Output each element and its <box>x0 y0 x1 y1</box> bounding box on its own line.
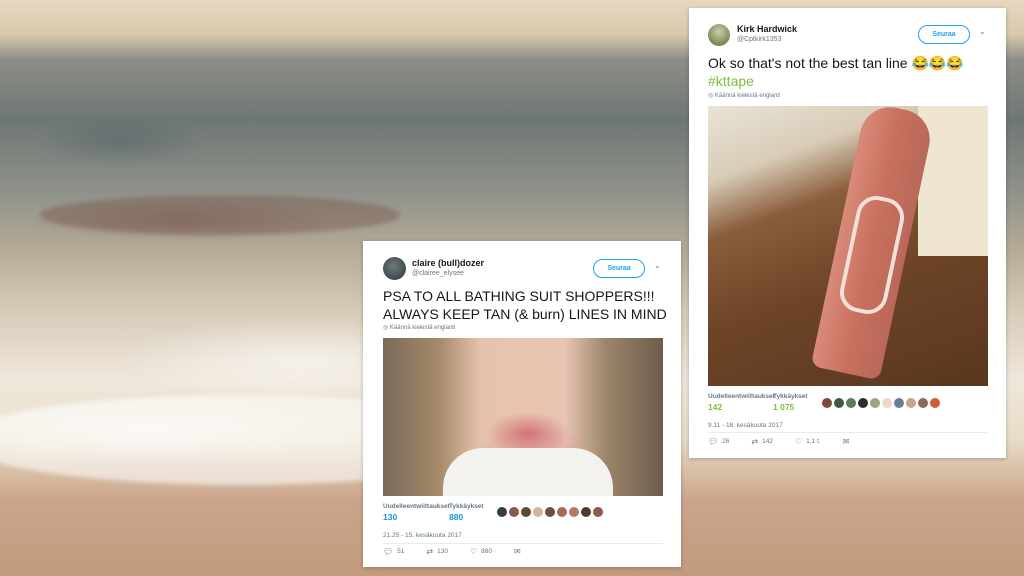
action-bar: 💬︎ 51 ⇄ 130 ♡ 880 ✉ <box>383 547 543 556</box>
tweet-card-claire: claire (bull)dozer @clairee_elysee Seura… <box>363 241 681 567</box>
action-bar: 💬︎ 26 ⇄ 142 ♡ 1,1 t. ✉ <box>708 437 871 446</box>
follow-button[interactable]: Seuraa <box>593 259 645 278</box>
follow-button[interactable]: Seuraa <box>918 25 970 44</box>
reply-icon: 💬︎ <box>708 437 719 446</box>
translate-link[interactable]: ◎ Käännä kielestä englanti <box>383 324 455 331</box>
reply-button[interactable]: 💬︎ 51 <box>383 547 404 556</box>
white-top <box>443 448 613 496</box>
liker-avatar[interactable] <box>834 398 844 408</box>
liker-avatars-right <box>822 398 940 408</box>
avatar[interactable] <box>708 24 730 46</box>
like-button[interactable]: ♡ 880 <box>470 547 492 556</box>
translate-label: Käännä kielestä englanti <box>389 325 456 331</box>
globe-icon: ◎ <box>383 325 389 331</box>
likes-count[interactable]: 880 <box>449 512 463 522</box>
liker-avatar[interactable] <box>497 507 507 517</box>
retweet-count: 130 <box>437 548 448 555</box>
reply-button[interactable]: 💬︎ 26 <box>708 437 729 446</box>
translate-label: Käännä kielestä englanti <box>714 93 781 99</box>
heart-icon: ♡ <box>794 437 803 446</box>
likes-label: Tykkäykset <box>449 503 484 510</box>
divider <box>708 432 988 433</box>
avatar[interactable] <box>383 257 406 280</box>
author-handle[interactable]: @Cptkirk1353 <box>737 36 781 43</box>
tweet-text: PSA TO ALL BATHING SUIT SHOPPERS!!! ALWA… <box>383 288 667 322</box>
tweet-text: Ok so that's not the best tan line 😂😂😂 #… <box>708 55 998 91</box>
likes-count[interactable]: 1 075 <box>773 402 794 412</box>
reply-count: 51 <box>397 548 405 555</box>
author-handle[interactable]: @clairee_elysee <box>412 270 464 277</box>
envelope-icon: ✉ <box>513 547 521 556</box>
like-count: 880 <box>481 548 492 555</box>
liker-avatar[interactable] <box>822 398 832 408</box>
retweets-count[interactable]: 130 <box>383 512 397 522</box>
retweets-label: Uudelleentwiittaukset <box>383 503 450 510</box>
wave-crest <box>40 195 400 235</box>
liker-avatars-left <box>497 507 603 517</box>
retweets-label: Uudelleentwiittaukset <box>708 393 775 400</box>
tweet-date[interactable]: 9.11 - 18. kesäkuuta 2017 <box>708 422 783 429</box>
tweet-photo[interactable] <box>383 338 663 496</box>
chevron-down-icon[interactable]: ⌄ <box>979 27 986 36</box>
dm-button[interactable]: ✉ <box>843 437 850 446</box>
liker-avatar[interactable] <box>870 398 880 408</box>
liker-avatar[interactable] <box>581 507 591 517</box>
liker-avatar[interactable] <box>545 507 555 517</box>
liker-avatar[interactable] <box>906 398 916 408</box>
liker-avatar[interactable] <box>858 398 868 408</box>
liker-avatar[interactable] <box>569 507 579 517</box>
retweet-button[interactable]: ⇄ 130 <box>426 547 448 556</box>
liker-avatar[interactable] <box>918 398 928 408</box>
liker-avatar[interactable] <box>533 507 543 517</box>
liker-avatar[interactable] <box>521 507 531 517</box>
liker-avatar[interactable] <box>930 398 940 408</box>
retweet-count: 142 <box>762 438 773 445</box>
tweet-date[interactable]: 21.25 - 15. kesäkuuta 2017 <box>383 532 462 539</box>
divider <box>383 543 663 544</box>
tweet-text-body: Ok so that's not the best tan line 😂😂😂 <box>708 55 964 71</box>
heart-icon: ♡ <box>469 547 478 556</box>
liker-avatar[interactable] <box>509 507 519 517</box>
globe-icon: ◎ <box>708 93 714 99</box>
cabinet-right <box>918 106 988 256</box>
dm-button[interactable]: ✉ <box>514 547 521 556</box>
hashtag-link[interactable]: #kttape <box>708 73 754 89</box>
reply-count: 26 <box>722 438 730 445</box>
retweets-count[interactable]: 142 <box>708 402 722 412</box>
chevron-down-icon[interactable]: ⌄ <box>654 261 661 270</box>
author-name[interactable]: claire (bull)dozer <box>412 258 484 268</box>
liker-avatar[interactable] <box>894 398 904 408</box>
liker-avatar[interactable] <box>593 507 603 517</box>
like-button[interactable]: ♡ 1,1 t. <box>795 437 821 446</box>
retweet-button[interactable]: ⇄ 142 <box>751 437 773 446</box>
liker-avatar[interactable] <box>557 507 567 517</box>
translate-link[interactable]: ◎ Käännä kielestä englanti <box>708 92 780 99</box>
liker-avatar[interactable] <box>882 398 892 408</box>
liker-avatar[interactable] <box>846 398 856 408</box>
reply-icon: 💬︎ <box>383 547 394 556</box>
retweet-icon: ⇄ <box>751 437 759 446</box>
retweet-icon: ⇄ <box>426 547 434 556</box>
like-count: 1,1 t. <box>806 438 821 445</box>
envelope-icon: ✉ <box>842 437 850 446</box>
tweet-photo[interactable] <box>708 106 988 386</box>
likes-label: Tykkäykset <box>773 393 808 400</box>
tweet-card-kirk: Kirk Hardwick @Cptkirk1353 Seuraa ⌄ Ok s… <box>689 8 1006 458</box>
author-name[interactable]: Kirk Hardwick <box>737 24 797 34</box>
